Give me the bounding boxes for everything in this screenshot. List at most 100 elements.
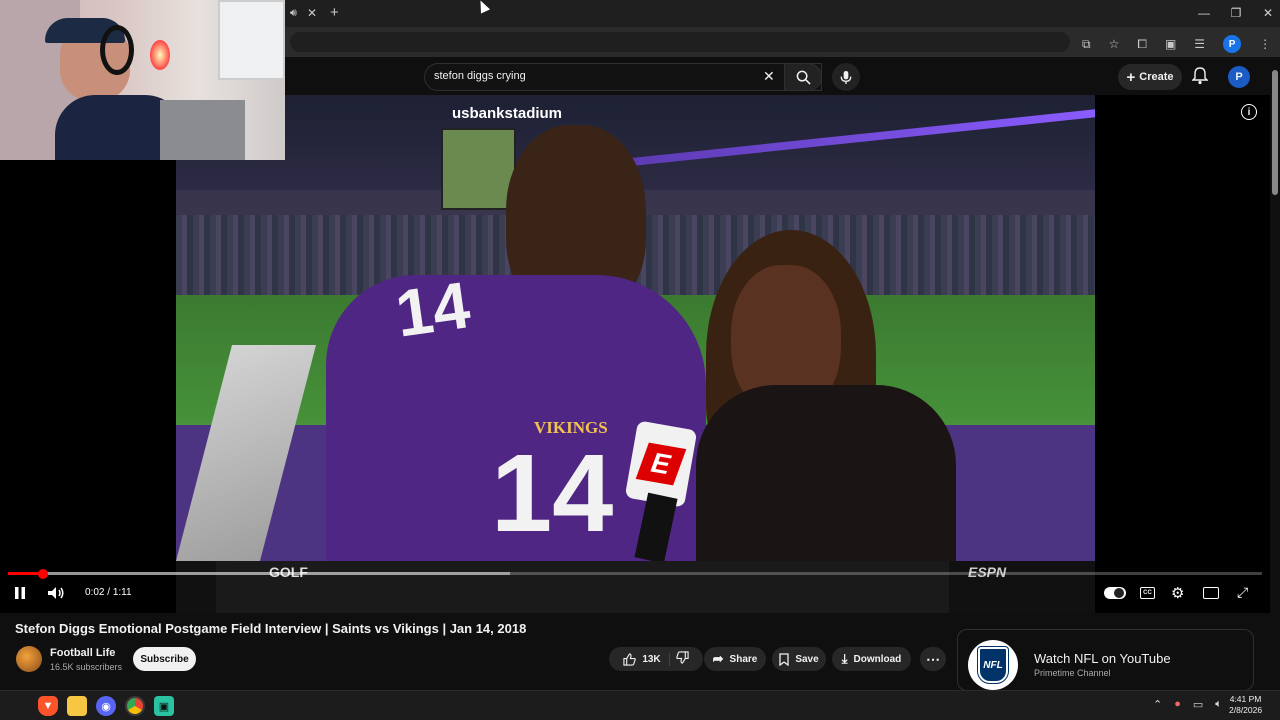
address-bar[interactable]: [290, 32, 1070, 52]
duration: 1:11: [112, 587, 132, 598]
nfl-logo-avatar: NFL: [968, 640, 1018, 690]
nfl-promo-card[interactable]: NFL Watch NFL on YouTube Primetime Chann…: [957, 629, 1254, 691]
discord-icon[interactable]: ◉: [96, 696, 116, 716]
tray-speaker-icon[interactable]: 🔈︎: [1215, 698, 1222, 711]
windows-start-icon[interactable]: [12, 696, 29, 713]
like-dislike-group: 13K: [609, 647, 703, 671]
more-horizontal-icon: ⋯: [926, 650, 940, 667]
autoplay-toggle[interactable]: [1104, 587, 1126, 599]
webcam-headphones: [100, 25, 134, 75]
download-arrow-icon: ⤓: [841, 651, 848, 666]
espn-mic-logo: E: [635, 442, 687, 486]
download-label: Download: [853, 653, 902, 665]
window-close-icon[interactable]: ✕: [1252, 6, 1280, 20]
thumbs-up-icon: [623, 652, 637, 666]
voice-search-button[interactable]: [832, 63, 860, 91]
pause-icon: [15, 587, 25, 599]
profile-avatar[interactable]: P: [1223, 35, 1242, 53]
reporter-dress: [696, 385, 956, 561]
taskbar-date: 2/8/2026: [1229, 705, 1263, 715]
file-explorer-icon[interactable]: [67, 696, 87, 716]
pause-button[interactable]: [14, 586, 26, 603]
search-box[interactable]: stefon diggs crying ✕: [424, 63, 822, 91]
info-icon[interactable]: i: [1241, 104, 1257, 120]
clear-search-icon[interactable]: ✕: [763, 68, 775, 85]
autoplay-toggle-knob: [1114, 588, 1124, 598]
captions-icon[interactable]: CC: [1140, 587, 1155, 599]
app-icon[interactable]: ▣: [154, 696, 174, 716]
scoreboard-screen: [441, 128, 516, 210]
tray-mic-icon[interactable]: ●: [1174, 698, 1181, 711]
restore-icon[interactable]: ❐: [1220, 6, 1252, 20]
dislike-button[interactable]: [675, 651, 689, 667]
bell-icon: [1191, 67, 1209, 85]
promo-title: Watch NFL on YouTube: [1034, 651, 1171, 666]
taskbar-clock[interactable]: 4:41 PM 2/8/2026: [1229, 694, 1262, 716]
tray-overflow-chevron-icon[interactable]: ⌃: [1153, 698, 1162, 711]
save-label: Save: [795, 653, 819, 665]
video-lower-third: GOLF ESPN: [176, 561, 1095, 613]
save-button[interactable]: Save: [772, 647, 826, 671]
promo-subtitle: Primetime Channel: [1034, 668, 1111, 678]
bookmark-icon: [779, 652, 789, 666]
settings-gear-icon[interactable]: ⚙: [1171, 584, 1184, 602]
current-time: 0:02: [85, 587, 105, 598]
search-button[interactable]: [784, 63, 822, 91]
share-arrow-icon: ➦: [712, 651, 724, 666]
webcam-overlay: [0, 0, 285, 160]
page-scrollbar-thumb[interactable]: [1272, 70, 1278, 195]
tab-search-icon[interactable]: ▣: [1165, 37, 1176, 51]
time-separator: /: [104, 587, 113, 598]
media-control-icon[interactable]: ☰: [1194, 37, 1205, 51]
progress-scrubber-handle[interactable]: [38, 569, 48, 579]
webcam-window: [218, 0, 285, 80]
chrome-menu-icon[interactable]: ⋮: [1259, 37, 1271, 51]
like-button[interactable]: 13K: [623, 652, 670, 666]
brave-browser-icon[interactable]: ▼: [38, 696, 58, 716]
jersey-number-shoulder: 14: [391, 267, 475, 351]
stadium-sign: usbankstadium: [452, 105, 563, 122]
webcam-chair: [160, 100, 245, 160]
video-title: Stefon Diggs Emotional Postgame Field In…: [15, 621, 527, 636]
more-actions-button[interactable]: ⋯: [920, 647, 946, 671]
plus-icon: +: [1126, 68, 1136, 86]
time-display: 0:02 / 1:11: [85, 587, 132, 598]
share-label: Share: [729, 653, 758, 665]
minimize-icon[interactable]: —: [1188, 6, 1220, 20]
volume-icon: [48, 587, 64, 599]
search-icon: [796, 70, 811, 85]
volume-button[interactable]: [47, 586, 65, 603]
microphone-icon: [840, 70, 852, 84]
share-button[interactable]: ➦ Share: [704, 647, 766, 671]
like-count: 13K: [642, 653, 661, 665]
video-frame[interactable]: usbankstadium 14 VIKINGS 14 E: [176, 95, 1095, 561]
theater-mode-icon[interactable]: [1203, 587, 1219, 599]
webcam-lamp: [150, 40, 170, 70]
channel-avatar[interactable]: [16, 646, 42, 672]
fullscreen-icon[interactable]: ⤢: [1237, 584, 1248, 601]
download-button[interactable]: ⤓ Download: [832, 647, 911, 671]
taskbar-time: 4:41 PM: [1229, 694, 1262, 704]
channel-name[interactable]: Football Life: [50, 647, 115, 659]
create-label: Create: [1139, 71, 1174, 83]
tray-network-icon[interactable]: ▭: [1193, 698, 1203, 711]
tab-speaker-icon[interactable]: 🔊︎: [290, 7, 297, 20]
new-tab-plus-icon[interactable]: +: [330, 4, 339, 21]
subscribe-button[interactable]: Subscribe: [133, 647, 196, 671]
bookmark-star-icon[interactable]: ☆: [1109, 37, 1120, 51]
thumbs-down-icon: [675, 651, 689, 664]
extensions-puzzle-icon[interactable]: ⧠: [1137, 37, 1147, 52]
search-input[interactable]: stefon diggs crying: [434, 70, 526, 82]
account-avatar[interactable]: P: [1228, 66, 1250, 88]
jersey-number-chest: 14: [491, 432, 614, 555]
subscriber-count: 16.5K subscribers: [50, 662, 123, 672]
progress-buffered: [8, 572, 510, 575]
chrome-icon[interactable]: [125, 696, 145, 716]
tab-close-icon[interactable]: ✕: [307, 6, 317, 20]
nfl-shield-icon: NFL: [977, 646, 1009, 684]
install-app-icon[interactable]: ⧉: [1082, 37, 1091, 52]
notifications-button[interactable]: [1191, 67, 1209, 90]
ticker-bar: [216, 561, 949, 613]
windows-taskbar: ▼ ◉ ▣ ⌃ ● ▭ 🔈︎ 4:41 PM 2/8/2026: [0, 690, 1280, 720]
create-button[interactable]: + Create: [1118, 64, 1182, 90]
